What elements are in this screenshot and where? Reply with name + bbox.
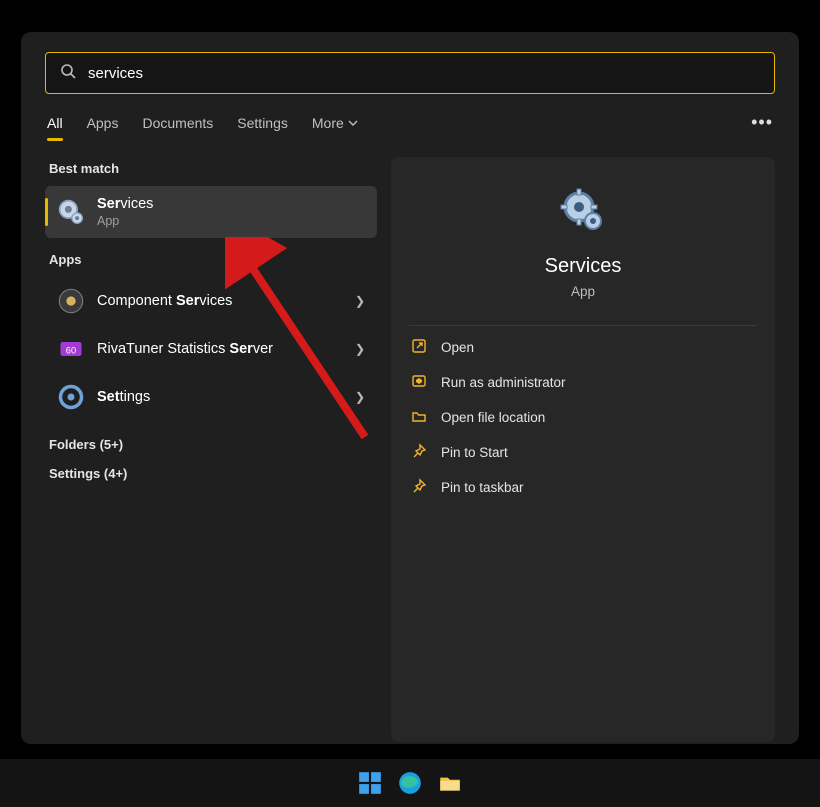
- start-search-panel: All Apps Documents Settings More ••• Bes…: [21, 32, 799, 744]
- chevron-right-icon: ❯: [355, 390, 365, 404]
- component-services-icon: [57, 287, 85, 315]
- svg-text:60: 60: [66, 346, 76, 356]
- section-folders[interactable]: Folders (5+): [49, 437, 377, 452]
- section-apps: Apps: [49, 252, 377, 267]
- section-settings[interactable]: Settings (4+): [49, 466, 377, 481]
- action-label: Pin to taskbar: [441, 480, 524, 495]
- result-title: Settings: [97, 389, 355, 405]
- action-label: Open: [441, 340, 474, 355]
- divider: [409, 325, 757, 326]
- result-title: RivaTuner Statistics Server: [97, 341, 355, 357]
- tab-documents[interactable]: Documents: [142, 115, 213, 141]
- search-bar[interactable]: [45, 52, 775, 94]
- preview-subtitle: App: [571, 284, 595, 299]
- taskbar: [0, 759, 820, 807]
- shield-admin-icon: [411, 373, 427, 392]
- action-open[interactable]: Open: [409, 330, 757, 365]
- tab-more[interactable]: More: [312, 115, 358, 141]
- action-run-admin[interactable]: Run as administrator: [409, 365, 757, 400]
- result-rivatuner[interactable]: 60 RivaTuner Statistics Server ❯: [45, 325, 377, 373]
- pin-icon: [411, 443, 427, 462]
- results-list: Best match Services App Apps: [45, 157, 377, 742]
- section-best-match: Best match: [49, 161, 377, 176]
- services-gear-icon: [57, 198, 85, 226]
- result-settings[interactable]: Settings ❯: [45, 373, 377, 421]
- tab-more-label: More: [312, 115, 344, 131]
- preview-pane: Services App Open Run as administrator O…: [391, 157, 775, 742]
- result-component-services[interactable]: Component Services ❯: [45, 277, 377, 325]
- settings-gear-icon: [57, 383, 85, 411]
- action-label: Run as administrator: [441, 375, 566, 390]
- result-title: Services: [97, 196, 365, 212]
- chevron-right-icon: ❯: [355, 342, 365, 356]
- start-button[interactable]: [357, 770, 383, 796]
- result-title: Component Services: [97, 293, 355, 309]
- search-input[interactable]: [76, 65, 760, 82]
- preview-hero-icon: [559, 187, 607, 235]
- open-icon: [411, 338, 427, 357]
- tab-settings[interactable]: Settings: [237, 115, 288, 141]
- tab-all[interactable]: All: [47, 115, 63, 141]
- search-icon: [60, 63, 76, 84]
- filter-tabs: All Apps Documents Settings More •••: [45, 112, 775, 143]
- result-subtitle: App: [97, 214, 365, 228]
- action-label: Open file location: [441, 410, 545, 425]
- action-open-location[interactable]: Open file location: [409, 400, 757, 435]
- pin-icon: [411, 478, 427, 497]
- action-label: Pin to Start: [441, 445, 508, 460]
- tab-apps[interactable]: Apps: [87, 115, 119, 141]
- action-pin-taskbar[interactable]: Pin to taskbar: [409, 470, 757, 505]
- folder-icon: [411, 408, 427, 427]
- chevron-right-icon: ❯: [355, 294, 365, 308]
- file-explorer-icon[interactable]: [437, 770, 463, 796]
- result-best-match[interactable]: Services App: [45, 186, 377, 238]
- action-pin-start[interactable]: Pin to Start: [409, 435, 757, 470]
- chevron-down-icon: [348, 115, 358, 131]
- preview-title: Services: [545, 255, 622, 278]
- rivatuner-icon: 60: [57, 335, 85, 363]
- edge-icon[interactable]: [397, 770, 423, 796]
- overflow-menu-button[interactable]: •••: [751, 112, 773, 143]
